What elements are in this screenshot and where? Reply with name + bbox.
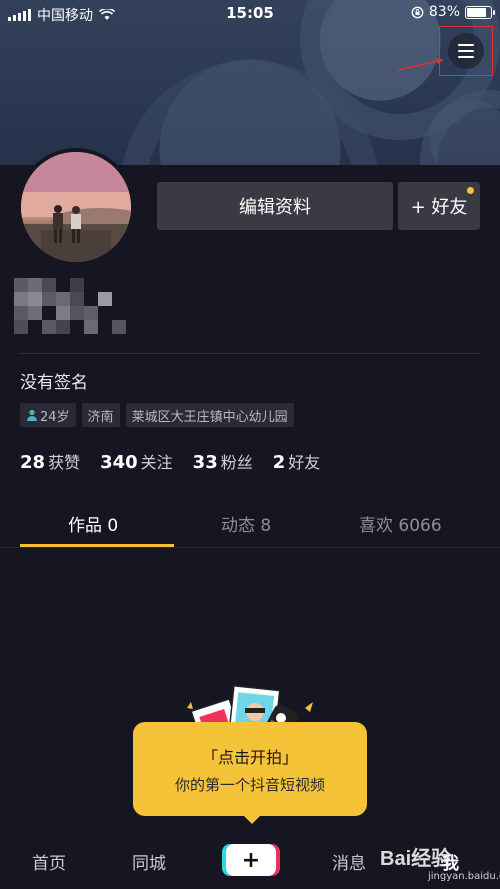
edit-profile-button[interactable]: 编辑资料 <box>157 182 393 230</box>
stat-followers[interactable]: 33 粉丝 <box>193 449 253 473</box>
stat-label: 粉丝 <box>220 453 253 472</box>
content-tabs: 作品 0 动态 8 喜欢 6066 <box>0 500 500 548</box>
add-friend-button[interactable]: + 好友 <box>398 182 480 230</box>
shoot-prompt-bubble[interactable]: 「点击开拍」 你的第一个抖音短视频 <box>133 722 367 824</box>
stat-label: 好友 <box>288 453 321 472</box>
stat-label: 获赞 <box>48 453 81 472</box>
profile-tags: 24岁 济南 莱城区大王庄镇中心幼儿园 <box>20 403 294 427</box>
age-tag[interactable]: 24岁 <box>20 403 76 427</box>
school-label: 莱城区大王庄镇中心幼儿园 <box>131 409 288 425</box>
city-label: 济南 <box>87 409 114 425</box>
nav-messages[interactable]: 消息 <box>332 849 366 874</box>
stat-friends[interactable]: 2 好友 <box>273 449 321 473</box>
tab-works[interactable]: 作品 0 <box>68 511 118 536</box>
rotation-lock-icon <box>411 6 424 18</box>
baidu-watermark: Bai经验 <box>380 848 452 870</box>
create-video-button[interactable]: + <box>226 844 276 876</box>
stat-number: 28 <box>20 452 46 473</box>
username-mosaic <box>14 278 128 340</box>
school-tag[interactable]: 莱城区大王庄镇中心幼儿园 <box>125 403 294 427</box>
tab-likes[interactable]: 喜欢 6066 <box>359 511 442 536</box>
avatar-image <box>21 152 131 262</box>
nav-home[interactable]: 首页 <box>32 849 66 874</box>
shoot-prompt-title: 「点击开拍」 <box>201 747 298 767</box>
stat-number: 340 <box>100 452 138 473</box>
battery-percent: 83% <box>428 4 460 20</box>
add-friend-label: + 好友 <box>410 197 468 218</box>
tabs-divider <box>0 547 500 548</box>
battery-icon <box>465 5 495 19</box>
status-bar: 中国移动 15:05 83% <box>0 0 500 26</box>
signature-text[interactable]: 没有签名 <box>20 368 88 393</box>
profile-stats: 28 获赞 340 关注 33 粉丝 2 好友 <box>20 449 320 473</box>
city-tag[interactable]: 济南 <box>81 403 120 427</box>
divider <box>18 353 480 354</box>
stat-number: 2 <box>272 452 286 473</box>
stat-number: 33 <box>192 452 218 473</box>
notification-dot <box>467 187 474 194</box>
annotation-arrow <box>398 58 444 71</box>
avatar[interactable] <box>17 148 135 266</box>
gender-icon <box>27 409 37 421</box>
nav-nearby[interactable]: 同城 <box>132 849 166 874</box>
tab-activity[interactable]: 动态 8 <box>221 511 271 536</box>
stat-likes[interactable]: 28 获赞 <box>20 449 80 473</box>
watermark-url: jingyan.baidu.com <box>428 871 500 882</box>
stat-following[interactable]: 340 关注 <box>100 449 173 473</box>
stat-label: 关注 <box>140 453 173 472</box>
shoot-prompt-subtitle: 你的第一个抖音短视频 <box>174 775 325 794</box>
age-label: 24岁 <box>40 409 70 425</box>
